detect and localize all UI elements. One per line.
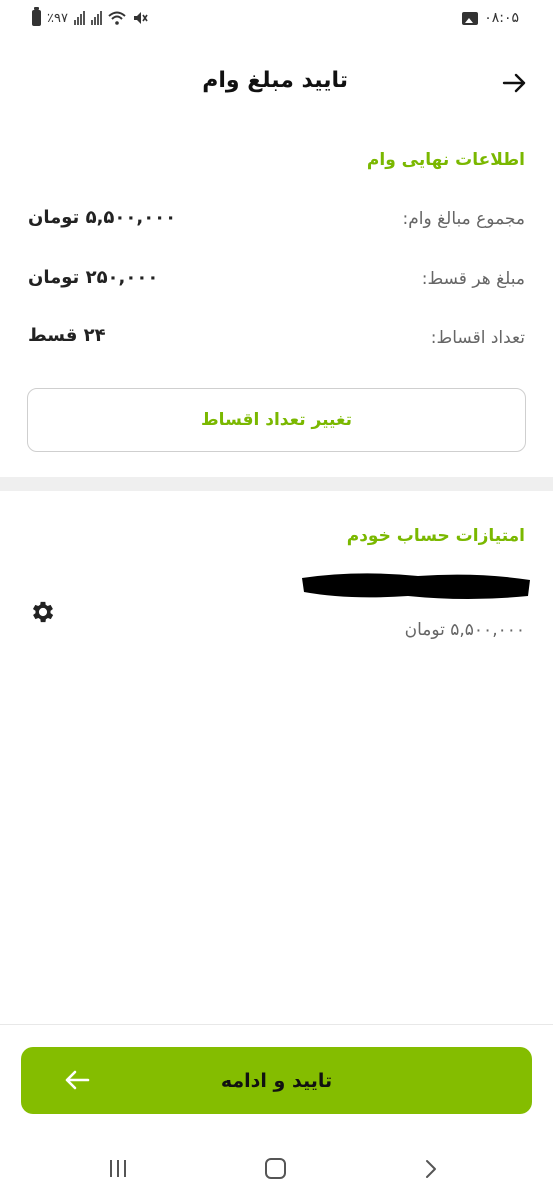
battery-icon — [32, 7, 41, 26]
gear-icon[interactable] — [29, 598, 57, 626]
section-divider — [0, 477, 553, 491]
redacted-account-number — [302, 573, 530, 599]
mute-icon — [133, 12, 148, 24]
status-time-area: ۰۸:۰۵ — [462, 10, 519, 26]
app-header: تایید مبلغ وام — [0, 50, 553, 114]
installment-count-value: ۲۴ قسط — [28, 325, 106, 346]
installment-amount-label: مبلغ هر قسط: — [421, 269, 525, 289]
total-loan-label: مجموع مبالغ وام: — [402, 209, 525, 229]
signal-icon — [90, 11, 102, 25]
status-bar: ٪۹۷ ۰۸:۰۵ — [0, 0, 553, 42]
signal-icon — [73, 11, 85, 25]
recent-apps-icon[interactable] — [110, 1160, 126, 1177]
change-installments-button[interactable]: تغییر تعداد اقساط — [27, 388, 526, 452]
arrow-right-icon[interactable] — [501, 70, 527, 96]
status-time: ۰۸:۰۵ — [484, 10, 519, 26]
wifi-icon — [108, 11, 126, 25]
confirm-continue-button[interactable]: تایید و ادامه — [21, 1047, 532, 1114]
installment-amount-value: ۲۵۰,۰۰۰ تومان — [28, 267, 159, 288]
arrow-left-icon — [65, 1070, 90, 1090]
chevron-right-icon[interactable] — [422, 1158, 440, 1180]
footer-divider — [0, 1024, 553, 1025]
gallery-icon — [462, 11, 479, 25]
status-icons: ٪۹۷ — [32, 7, 148, 26]
home-icon[interactable] — [265, 1158, 286, 1179]
account-section-title: امتیازات حساب خودم — [346, 526, 525, 546]
battery-percent: ٪۹۷ — [47, 10, 68, 26]
page-title: تایید مبلغ وام — [202, 68, 348, 93]
confirm-continue-label: تایید و ادامه — [220, 1069, 333, 1092]
installment-count-label: تعداد اقساط: — [430, 328, 525, 348]
total-loan-value: ۵,۵۰۰,۰۰۰ تومان — [28, 207, 177, 228]
system-nav-bar — [0, 1140, 553, 1200]
account-balance: ۵,۵۰۰,۰۰۰ تومان — [404, 620, 525, 640]
change-installments-label: تغییر تعداد اقساط — [201, 410, 352, 430]
loan-info-title: اطلاعات نهایی وام — [366, 150, 525, 170]
